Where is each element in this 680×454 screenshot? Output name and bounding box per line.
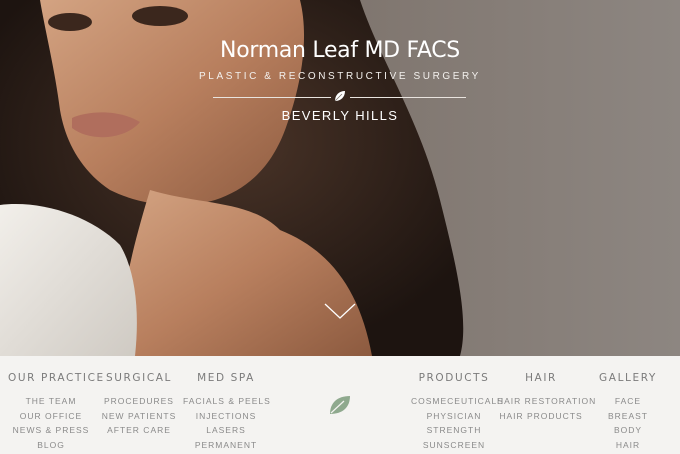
- nav-column-medspa: MED SPA FACIALS & PEELS INJECTIONS LASER…: [183, 372, 270, 453]
- nav-heading-products[interactable]: PRODUCTS: [411, 372, 497, 384]
- nav-link[interactable]: STRENGTH: [411, 423, 497, 438]
- nav-link[interactable]: COSMECEUTICALS: [411, 394, 503, 409]
- nav-link[interactable]: BODY: [592, 423, 664, 438]
- nav-link[interactable]: FACE: [592, 394, 664, 409]
- divider: [350, 97, 466, 98]
- nav-link[interactable]: THE TEAM: [8, 394, 94, 409]
- nav-heading-gallery[interactable]: GALLERY: [592, 372, 664, 384]
- chevron-down-icon[interactable]: [324, 302, 356, 320]
- nav-link[interactable]: OUR OFFICE: [8, 409, 94, 424]
- nav-link[interactable]: HAIR: [592, 438, 664, 453]
- nav-link[interactable]: HAIR PRODUCTS: [497, 409, 585, 424]
- nav-link[interactable]: LASERS: [183, 423, 269, 438]
- brand-tagline: PLASTIC & RECONSTRUCTIVE SURGERY: [199, 71, 481, 82]
- nav-column-products: PRODUCTS COSMECEUTICALS PHYSICIAN STRENG…: [411, 372, 503, 453]
- nav-heading-surgical[interactable]: SURGICAL: [99, 372, 179, 384]
- nav-link[interactable]: HAIR RESTORATION: [497, 394, 595, 409]
- nav-column-practice: OUR PRACTICE THE TEAM OUR OFFICE NEWS & …: [8, 372, 103, 453]
- nav-link[interactable]: PHYSICIAN: [411, 409, 497, 424]
- nav-heading-medspa[interactable]: MED SPA: [183, 372, 269, 384]
- nav-link[interactable]: PERMANENT: [183, 438, 269, 453]
- nav-column-surgical: SURGICAL PROCEDURES NEW PATIENTS AFTER C…: [99, 372, 179, 438]
- nav-heading-hair[interactable]: HAIR: [497, 372, 585, 384]
- nav-link[interactable]: AFTER CARE: [99, 423, 179, 438]
- leaf-icon[interactable]: [327, 393, 353, 417]
- nav-heading-practice[interactable]: OUR PRACTICE: [8, 372, 103, 384]
- nav-link[interactable]: PROCEDURES: [99, 394, 179, 409]
- brand-name[interactable]: Norman Leaf MD FACS: [0, 38, 680, 63]
- brand-location: BEVERLY HILLS: [281, 108, 399, 123]
- leaf-icon: [334, 91, 345, 102]
- nav-link[interactable]: BREAST: [592, 409, 664, 424]
- hero-banner: Norman Leaf MD FACS PLASTIC & RECONSTRUC…: [0, 0, 680, 356]
- nav-link[interactable]: INJECTIONS: [183, 409, 269, 424]
- nav-link[interactable]: FACIALS & PEELS: [183, 394, 270, 409]
- brand-header: Norman Leaf MD FACS PLASTIC & RECONSTRUC…: [0, 0, 680, 140]
- nav-column-gallery: GALLERY FACE BREAST BODY HAIR: [592, 372, 664, 452]
- nav-link[interactable]: NEW PATIENTS: [99, 409, 179, 424]
- divider: [213, 97, 331, 98]
- nav-link[interactable]: BLOG: [8, 438, 94, 453]
- nav-link[interactable]: NEWS & PRESS: [8, 423, 94, 438]
- nav-column-hair: HAIR HAIR RESTORATION HAIR PRODUCTS: [497, 372, 595, 424]
- nav-link[interactable]: SUNSCREEN: [411, 438, 497, 453]
